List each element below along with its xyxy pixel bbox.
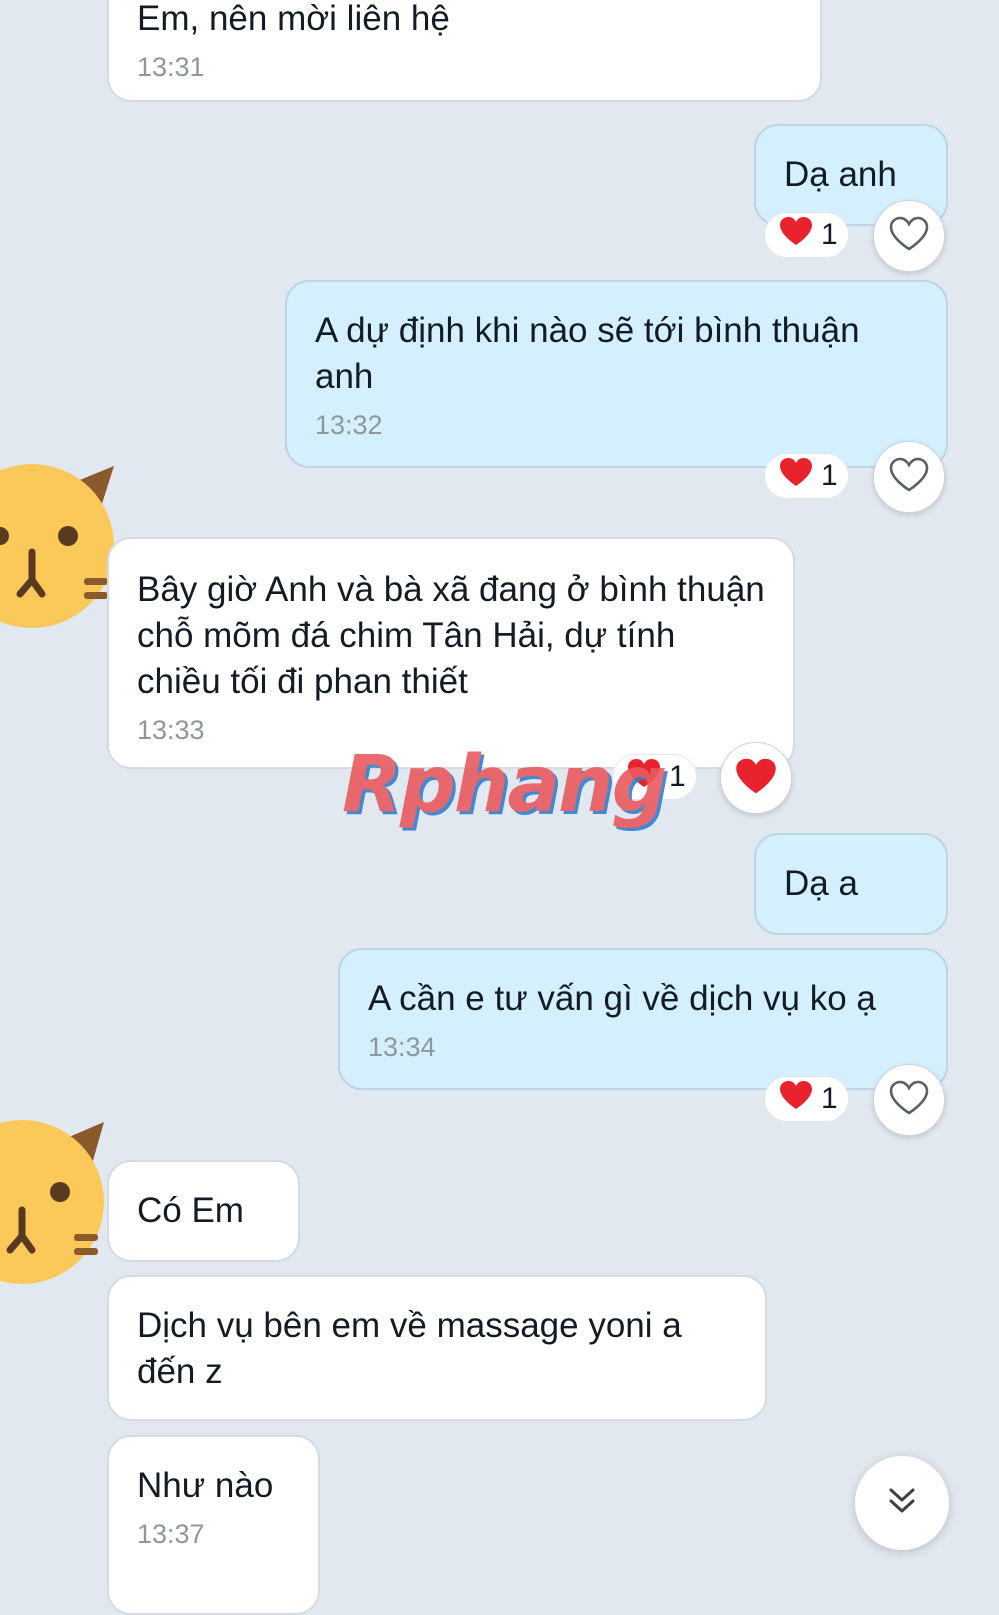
heart-outline-icon [889, 216, 929, 257]
reaction-count[interactable]: 1 [764, 453, 849, 499]
incoming-message[interactable]: Có Em [107, 1160, 300, 1262]
incoming-message[interactable]: Như nào 13:37 [107, 1435, 320, 1615]
outgoing-message[interactable]: A cần e tư vấn gì về dịch vụ ko ạ 13:34 [338, 948, 948, 1090]
red-heart-icon [779, 457, 813, 495]
message-text: Bây giờ Anh và bà xã đang ở bình thuận c… [137, 570, 765, 701]
message-time: 13:37 [137, 1519, 205, 1549]
red-heart-icon [735, 757, 777, 800]
message-text: A cần e tư vấn gì về dịch vụ ko ạ [368, 979, 876, 1018]
message-time: 13:34 [368, 1032, 436, 1062]
scroll-to-bottom-button[interactable] [855, 1456, 949, 1550]
reaction-count-value: 1 [821, 1082, 838, 1115]
message-text: Dạ a [784, 864, 858, 903]
react-button[interactable] [873, 441, 945, 513]
double-chevron-down-icon [885, 1484, 919, 1523]
incoming-message[interactable]: Bây giờ Anh và bà xã đang ở bình thuận c… [107, 537, 795, 769]
message-text: Dạ anh [784, 155, 897, 194]
message-text: Có Em [137, 1191, 244, 1230]
react-button[interactable] [873, 1064, 945, 1136]
red-heart-icon [779, 216, 813, 254]
watermark-logo: Rphang [342, 740, 667, 830]
reaction-count-value: 1 [821, 459, 838, 492]
message-text: Dịch vụ bên em về massage yoni a đến z [137, 1306, 682, 1391]
message-text: A dự định khi nào sẽ tới bình thuận anh [315, 311, 860, 396]
message-text: Em, nên mời liên hệ [137, 0, 450, 38]
reaction-count-value: 1 [821, 218, 838, 251]
incoming-message[interactable]: Dịch vụ bên em về massage yoni a đến z [107, 1275, 767, 1421]
react-button[interactable] [873, 200, 945, 272]
reaction-count[interactable]: 1 [764, 1076, 849, 1122]
message-time: 13:31 [137, 52, 205, 82]
message-time: 13:32 [315, 410, 383, 440]
message-text: Như nào [137, 1466, 274, 1505]
outgoing-message[interactable]: Dạ a [754, 833, 948, 935]
outgoing-message[interactable]: A dự định khi nào sẽ tới bình thuận anh … [285, 280, 948, 468]
heart-outline-icon [889, 457, 929, 498]
cat-face-avatar[interactable] [0, 462, 120, 637]
incoming-message[interactable]: Em, nên mời liên hệ 13:31 [107, 0, 822, 102]
reaction-count[interactable]: 1 [764, 212, 849, 258]
red-heart-icon [779, 1080, 813, 1118]
react-button[interactable] [720, 742, 792, 814]
cat-face-avatar[interactable] [0, 1118, 110, 1293]
heart-outline-icon [889, 1080, 929, 1121]
reaction-count-value: 1 [669, 760, 686, 793]
